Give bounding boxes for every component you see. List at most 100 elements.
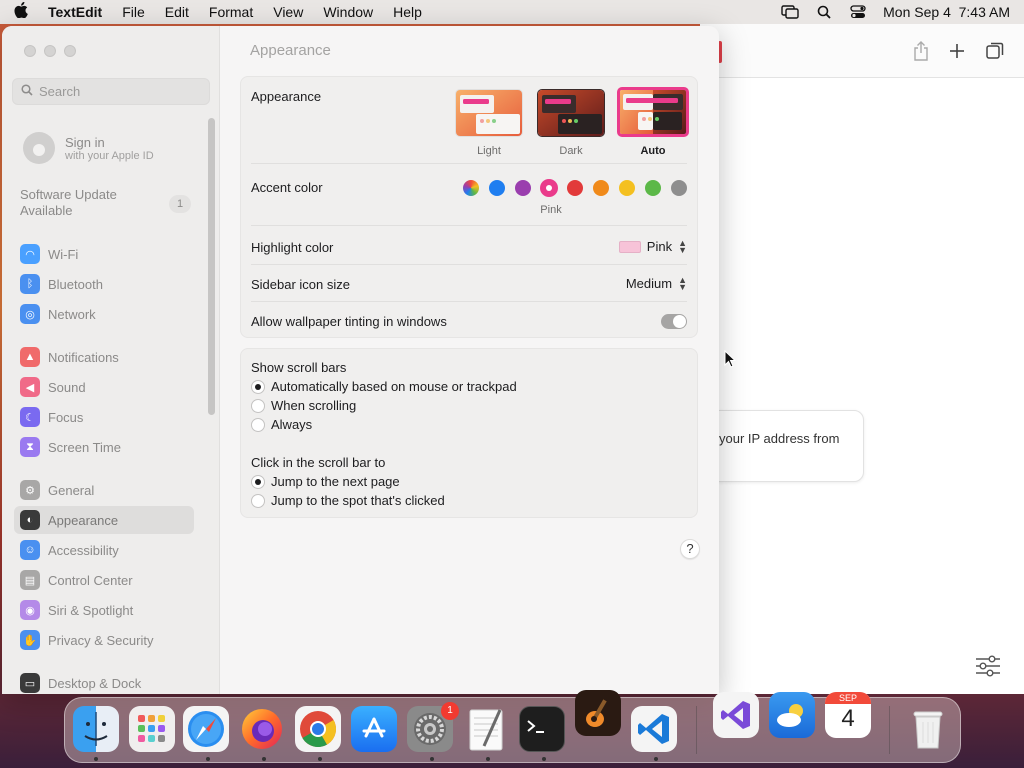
zoom-window-button[interactable] <box>64 45 76 57</box>
accent-color-label: Accent color <box>251 180 323 195</box>
menu-window[interactable]: Window <box>323 4 373 20</box>
light-mode-thumbnail[interactable] <box>455 89 523 137</box>
garageband-icon[interactable] <box>575 690 621 736</box>
accent-color-swatch[interactable] <box>567 180 583 196</box>
sidebar-icon-size-value: Medium <box>625 276 673 291</box>
sidebar-item-desktop-dock[interactable]: ▭ Desktop & Dock <box>14 669 194 694</box>
finder-icon[interactable] <box>73 706 119 752</box>
spotlight-search-icon[interactable] <box>815 5 833 19</box>
screen-mirroring-icon[interactable] <box>781 5 799 19</box>
trash-icon[interactable] <box>905 706 951 752</box>
vscode-icon[interactable] <box>631 706 677 752</box>
settings-notification-badge: 1 <box>441 702 459 720</box>
sidebar-item-general[interactable]: ⚙ General <box>14 476 194 504</box>
menu-file[interactable]: File <box>122 4 145 20</box>
sidebar-item-privacy-security[interactable]: ✋ Privacy & Security <box>14 626 194 654</box>
sidebar-item-network[interactable]: ◎ Network <box>14 300 194 328</box>
accent-color-swatch[interactable] <box>463 180 479 196</box>
running-indicator <box>430 757 434 761</box>
menu-edit[interactable]: Edit <box>165 4 189 20</box>
globe-icon: ◎ <box>20 304 40 324</box>
dock-icon: ▭ <box>20 673 40 693</box>
chrome-icon[interactable] <box>295 706 341 752</box>
sidebar-item-appearance[interactable]: ◐ Appearance <box>14 506 194 534</box>
sidebar-item-siri-spotlight[interactable]: ◉ Siri & Spotlight <box>14 596 194 624</box>
filter-sliders-icon[interactable] <box>974 654 1002 678</box>
accent-color-swatch[interactable] <box>645 180 661 196</box>
sidebar-item-focus[interactable]: ☾ Focus <box>14 403 194 431</box>
help-button[interactable]: ? <box>680 539 700 559</box>
radio-always[interactable]: Always <box>251 417 312 432</box>
minimize-window-button[interactable] <box>44 45 56 57</box>
menu-app-name[interactable]: TextEdit <box>48 4 102 20</box>
close-window-button[interactable] <box>24 45 36 57</box>
accent-color-swatch[interactable] <box>515 180 531 196</box>
wallpaper-tinting-label: Allow wallpaper tinting in windows <box>251 314 447 329</box>
radio-selected-icon <box>251 474 265 489</box>
accent-color-swatch[interactable] <box>619 180 635 196</box>
bluetooth-icon: ᛒ <box>20 274 40 294</box>
sidebar-icon-size-popup[interactable]: Medium ▲ ▼ <box>625 274 687 292</box>
sidebar-item-control-center[interactable]: ▤ Control Center <box>14 566 194 594</box>
background-browser-window: your IP address from <box>700 24 1024 694</box>
menu-help[interactable]: Help <box>393 4 422 20</box>
visual-studio-icon[interactable] <box>713 692 759 738</box>
tab-overview-icon[interactable] <box>984 40 1006 62</box>
highlight-color-popup[interactable]: Pink ▲ ▼ <box>618 238 687 254</box>
dock-separator <box>696 706 697 754</box>
info-card: your IP address from <box>700 410 864 482</box>
sidebar-item-screen-time[interactable]: ⧗ Screen Time <box>14 433 194 461</box>
info-card-text: your IP address from <box>719 431 840 446</box>
apple-menu-icon[interactable] <box>14 1 34 23</box>
signin-subtitle: with your Apple ID <box>65 149 154 162</box>
radio-spot-clicked-label: Jump to the spot that's clicked <box>271 493 445 508</box>
accent-color-swatch[interactable] <box>489 180 505 196</box>
sidebar-item-sound[interactable]: ◀ Sound <box>14 373 194 401</box>
sidebar-item-bluetooth[interactable]: ᛒ Bluetooth <box>14 270 194 298</box>
auto-mode-thumbnail[interactable] <box>617 87 689 137</box>
radio-next-page[interactable]: Jump to the next page <box>251 474 400 489</box>
sidebar-item-notifications[interactable]: ▲ Notifications <box>14 343 194 371</box>
menubar-clock[interactable]: Mon Sep 4 7:43 AM <box>883 4 1010 20</box>
apple-id-signin[interactable]: Sign in with your Apple ID <box>23 132 154 164</box>
software-update-badge: 1 <box>169 195 191 213</box>
new-tab-icon[interactable] <box>946 40 968 62</box>
app-store-icon[interactable] <box>351 706 397 752</box>
dock: 1 SEP 4 <box>64 690 961 763</box>
terminal-icon[interactable] <box>519 706 565 752</box>
radio-auto-scroll[interactable]: Automatically based on mouse or trackpad <box>251 379 517 394</box>
launchpad-icon[interactable] <box>129 706 175 752</box>
textedit-icon[interactable] <box>463 706 509 752</box>
radio-when-scrolling[interactable]: When scrolling <box>251 398 356 413</box>
control-center-menu-icon[interactable] <box>849 5 867 19</box>
wallpaper-tinting-toggle[interactable] <box>661 314 687 329</box>
dark-mode-thumbnail[interactable] <box>537 89 605 137</box>
stepper-chevrons-icon: ▲ ▼ <box>678 274 687 292</box>
sidebar-item-label: Wi-Fi <box>48 246 79 262</box>
share-icon[interactable] <box>910 40 932 62</box>
software-update-item[interactable]: Software Update Available 1 <box>20 187 195 219</box>
sidebar-item-label: Accessibility <box>48 542 119 558</box>
menu-view[interactable]: View <box>273 4 303 20</box>
calendar-day: 4 <box>841 705 855 732</box>
page-title: Appearance <box>250 42 331 59</box>
sidebar-item-label: Network <box>48 306 96 322</box>
radio-spot-clicked[interactable]: Jump to the spot that's clicked <box>251 493 445 508</box>
radio-auto-scroll-label: Automatically based on mouse or trackpad <box>271 379 517 394</box>
accent-color-swatch[interactable] <box>593 180 609 196</box>
appearance-settings-group: Appearance Light Dark Auto Accent color … <box>240 76 698 338</box>
sidebar-item-wi-fi[interactable]: ◠ Wi-Fi <box>14 240 194 268</box>
sidebar-item-accessibility[interactable]: ☺ Accessibility <box>14 536 194 564</box>
firefox-icon[interactable] <box>239 706 285 752</box>
accent-color-swatch[interactable] <box>671 180 687 196</box>
sidebar-scrollbar[interactable] <box>208 118 215 415</box>
accent-color-swatch[interactable] <box>541 180 557 196</box>
sidebar-search-field[interactable]: Search <box>12 78 210 105</box>
accent-selected-name: Pink <box>540 204 562 216</box>
calendar-icon[interactable]: SEP 4 <box>825 692 871 738</box>
moon-icon: ☾ <box>20 407 40 427</box>
safari-icon[interactable] <box>183 706 229 752</box>
weather-icon[interactable] <box>769 692 815 738</box>
control-center-icon: ▤ <box>20 570 40 590</box>
menu-format[interactable]: Format <box>209 4 253 20</box>
